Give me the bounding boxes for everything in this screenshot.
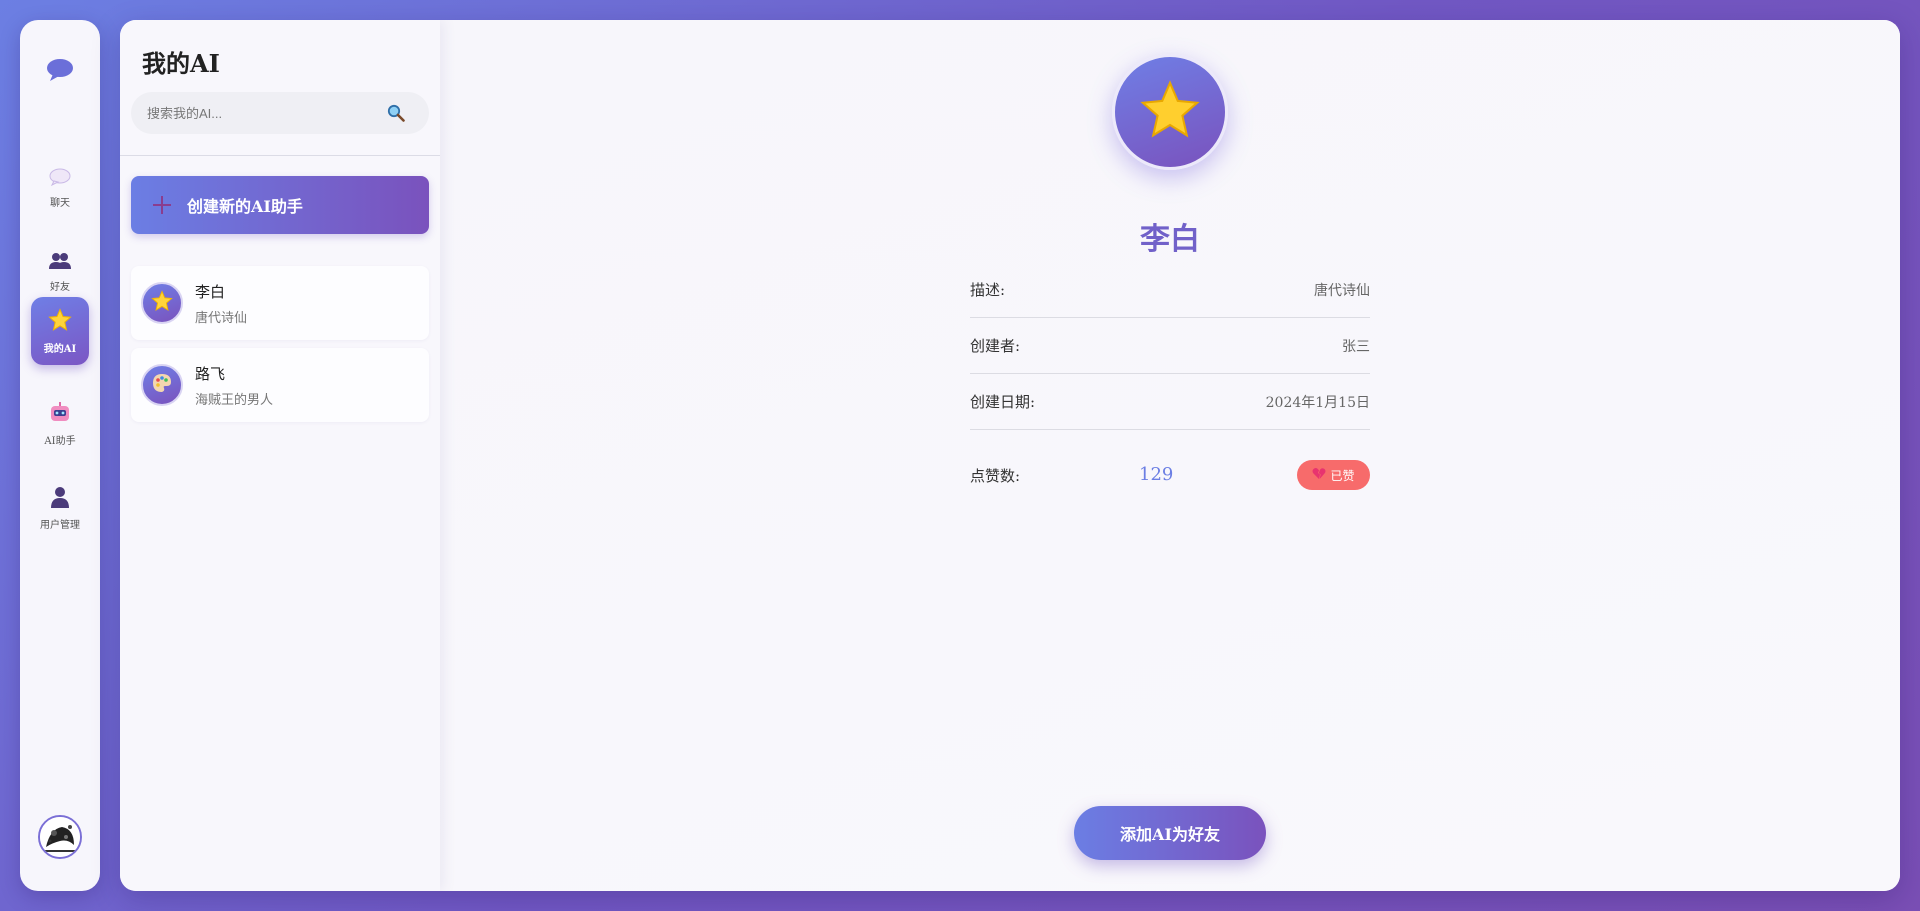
nav-item-ai-assistant[interactable]: AI助手 bbox=[31, 390, 89, 458]
nav-item-user-management[interactable]: 用户管理 bbox=[31, 474, 89, 542]
info-key: 创建者: bbox=[970, 337, 1021, 355]
friends-icon bbox=[49, 252, 71, 274]
ai-detail-panel: 李白 描述: 唐代诗仙 创建者: 张三 创建日期: 2024年1月15日 点赞数… bbox=[440, 20, 1900, 891]
plus-icon bbox=[151, 194, 173, 216]
info-value: 唐代诗仙 bbox=[1314, 282, 1370, 299]
list-item-desc: 唐代诗仙 bbox=[195, 310, 248, 326]
info-row-created-date: 创建日期: 2024年1月15日 bbox=[970, 374, 1370, 430]
nav-item-label: 用户管理 bbox=[40, 519, 80, 531]
list-item-avatar bbox=[141, 364, 183, 406]
nav-item-label: AI助手 bbox=[44, 435, 76, 447]
list-item[interactable]: 李白 唐代诗仙 bbox=[131, 266, 429, 340]
search-box bbox=[131, 92, 429, 134]
nav-rail: 聊天 好友 我的AI AI助手 用户管理 bbox=[20, 20, 100, 891]
star-icon bbox=[1139, 79, 1201, 145]
user-icon bbox=[50, 486, 70, 512]
broken-heart-icon bbox=[1312, 467, 1326, 483]
list-item-name: 路飞 bbox=[195, 364, 226, 383]
info-row-creator: 创建者: 张三 bbox=[970, 318, 1370, 374]
detail-name: 李白 bbox=[1140, 222, 1200, 257]
add-ai-friend-button[interactable]: 添加AI为好友 bbox=[1074, 806, 1266, 860]
list-divider bbox=[120, 155, 440, 156]
info-key: 创建日期: bbox=[970, 393, 1036, 411]
nav-item-my-ai[interactable]: 我的AI bbox=[31, 297, 89, 365]
search-input[interactable] bbox=[131, 92, 371, 134]
liked-label: 已赞 bbox=[1330, 468, 1355, 483]
palette-icon bbox=[151, 372, 173, 398]
liked-button[interactable]: 已赞 bbox=[1297, 460, 1370, 490]
info-row-description: 描述: 唐代诗仙 bbox=[970, 262, 1370, 318]
create-ai-button[interactable]: 创建新的AI助手 bbox=[131, 176, 429, 234]
avatar[interactable] bbox=[38, 815, 82, 859]
info-row-likes: 点赞数: 129 已赞 bbox=[970, 456, 1370, 494]
info-key: 点赞数: bbox=[970, 467, 1021, 485]
list-item-name: 李白 bbox=[195, 282, 226, 301]
nav-item-friends[interactable]: 好友 bbox=[31, 238, 89, 306]
search-icon[interactable] bbox=[387, 104, 405, 122]
nav-item-chat[interactable]: 聊天 bbox=[31, 154, 89, 222]
nav-item-label: 聊天 bbox=[50, 197, 70, 209]
list-item[interactable]: 路飞 海贼王的男人 bbox=[131, 348, 429, 422]
list-title: 我的AI bbox=[142, 49, 220, 78]
nav-item-label: 好友 bbox=[50, 281, 70, 293]
robot-icon bbox=[49, 401, 71, 428]
star-icon bbox=[151, 290, 173, 316]
list-item-avatar bbox=[141, 282, 183, 324]
main-card: 我的AI 创建新的AI助手 bbox=[120, 20, 1900, 891]
info-value: 2024年1月15日 bbox=[1265, 394, 1370, 411]
chat-icon bbox=[49, 168, 71, 190]
likes-count: 129 bbox=[1139, 464, 1174, 485]
info-key: 描述: bbox=[970, 281, 1006, 299]
list-item-desc: 海贼王的男人 bbox=[195, 392, 274, 408]
create-ai-label: 创建新的AI助手 bbox=[187, 197, 303, 216]
detail-avatar bbox=[1112, 54, 1228, 170]
star-icon bbox=[48, 307, 72, 336]
info-value: 张三 bbox=[1342, 338, 1370, 355]
ai-list-panel: 我的AI 创建新的AI助手 bbox=[120, 20, 440, 891]
chat-bubble-icon[interactable] bbox=[20, 58, 100, 86]
nav-item-label: 我的AI bbox=[43, 343, 77, 355]
